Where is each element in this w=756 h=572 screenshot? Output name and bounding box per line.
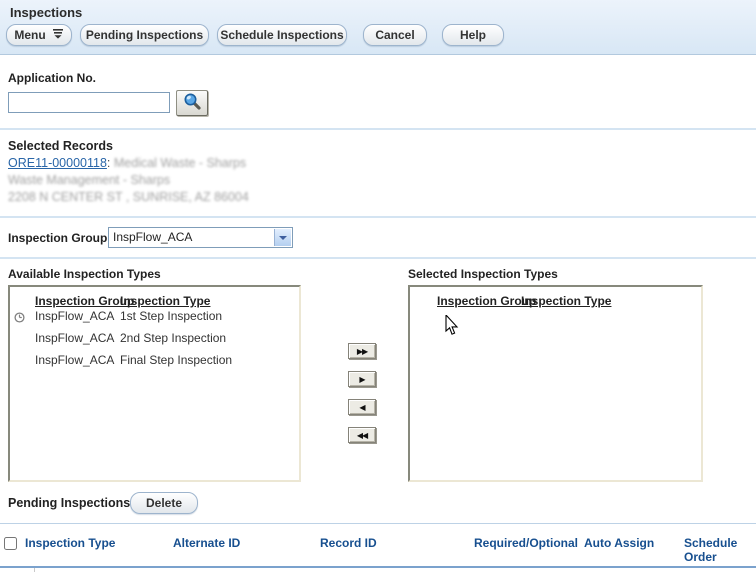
move-left-button[interactable]: ◀ (348, 399, 376, 415)
move-all-right-button[interactable]: ▶▶ (348, 343, 376, 359)
delete-button[interactable]: Delete (130, 492, 198, 514)
inspection-group-label: Inspection Group : (8, 231, 115, 245)
record-separator: : (107, 156, 110, 170)
row-group: InspFlow_ACA (35, 353, 114, 367)
table-top-border (0, 523, 756, 524)
record-address-line: 2208 N CENTER ST , SUNRISE, AZ 86004 (8, 190, 249, 204)
section-divider (0, 257, 756, 259)
row-group: InspFlow_ACA (35, 309, 114, 323)
inspections-page: Inspections Menu Pending Inspections Sch… (0, 0, 756, 572)
menu-dropdown-icon (52, 28, 64, 42)
pending-inspections-heading: Pending Inspections (8, 496, 130, 510)
available-types-listbox[interactable]: Inspection Group Inspection Type InspFlo… (8, 285, 301, 482)
col-required-optional: Required/Optional (474, 536, 578, 550)
col-record-id: Record ID (320, 536, 377, 550)
double-left-arrow-icon: ◀◀ (357, 431, 367, 440)
row-type: 1st Step Inspection (120, 309, 222, 323)
menu-button-label: Menu (14, 28, 45, 42)
page-title: Inspections (10, 5, 82, 20)
move-all-left-button[interactable]: ◀◀ (348, 427, 376, 443)
table-row-divider (34, 568, 35, 572)
search-button[interactable] (176, 90, 208, 116)
row-group: InspFlow_ACA (35, 331, 114, 345)
row-type: 2nd Step Inspection (120, 331, 226, 345)
help-button[interactable]: Help (442, 24, 504, 46)
move-right-button[interactable]: ▶ (348, 371, 376, 387)
delete-label: Delete (146, 496, 182, 510)
schedule-inspections-button[interactable]: Schedule Inspections (217, 24, 347, 46)
clock-icon (14, 310, 25, 328)
col-alternate-id: Alternate ID (173, 536, 240, 550)
selected-records-heading: Selected Records (8, 139, 113, 153)
col-auto-assign: Auto Assign (584, 536, 654, 550)
inspection-group-value: InspFlow_ACA (113, 230, 192, 244)
mouse-cursor (445, 315, 459, 341)
inspection-group-select[interactable]: InspFlow_ACA (108, 227, 293, 248)
record-description-line2: Waste Management - Sharps (8, 173, 170, 187)
right-arrow-icon: ▶ (359, 375, 364, 384)
menu-button[interactable]: Menu (6, 24, 72, 46)
section-divider (0, 216, 756, 218)
col-inspection-type: Inspection Type (25, 536, 115, 550)
selected-types-heading: Selected Inspection Types (408, 267, 558, 281)
left-arrow-icon: ◀ (359, 403, 364, 412)
double-right-arrow-icon: ▶▶ (357, 347, 367, 356)
record-description-line1: Medical Waste - Sharps (114, 156, 246, 170)
row-type: Final Step Inspection (120, 353, 232, 367)
toolbar-band: Inspections Menu Pending Inspections Sch… (0, 0, 756, 55)
available-col-type[interactable]: Inspection Type (120, 294, 210, 308)
selected-record-line: ORE11-00000118: Medical Waste - Sharps (8, 156, 246, 170)
available-types-heading: Available Inspection Types (8, 267, 161, 281)
col-schedule-order: Schedule Order (684, 536, 746, 564)
cancel-button[interactable]: Cancel (363, 24, 427, 46)
record-id-link[interactable]: ORE11-00000118 (8, 156, 107, 170)
search-icon (183, 92, 201, 115)
section-divider (0, 128, 756, 130)
cancel-label: Cancel (375, 28, 414, 42)
combo-dropdown-icon[interactable] (274, 229, 291, 246)
help-label: Help (460, 28, 486, 42)
select-all-checkbox[interactable] (4, 537, 17, 550)
application-no-label: Application No. (8, 71, 96, 85)
application-no-input[interactable] (8, 92, 170, 113)
schedule-inspections-label: Schedule Inspections (220, 28, 343, 42)
pending-inspections-label: Pending Inspections (86, 28, 203, 42)
table-header-underline (0, 566, 756, 568)
selected-col-type[interactable]: Inspection Type (521, 294, 611, 308)
pending-inspections-button[interactable]: Pending Inspections (80, 24, 209, 46)
